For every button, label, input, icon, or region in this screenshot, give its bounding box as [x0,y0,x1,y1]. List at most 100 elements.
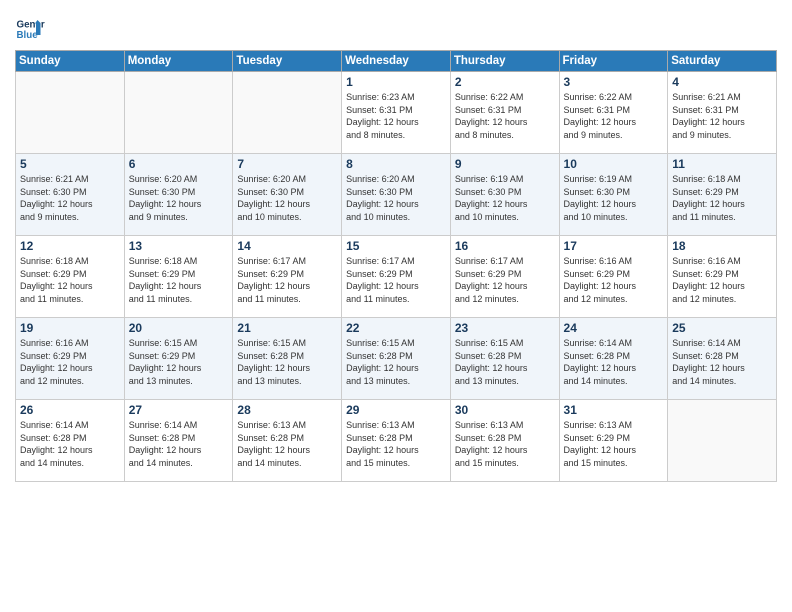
day-number: 2 [455,75,555,89]
calendar-cell: 2 Sunrise: 6:22 AM Sunset: 6:31 PM Daylig… [450,72,559,154]
calendar-week-row: 26 Sunrise: 6:14 AM Sunset: 6:28 PM Dayli… [16,400,777,482]
logo: General Blue [15,14,49,44]
calendar-cell: 29 Sunrise: 6:13 AM Sunset: 6:28 PM Dayli… [342,400,451,482]
calendar-cell [233,72,342,154]
calendar-cell: 5 Sunrise: 6:21 AM Sunset: 6:30 PM Daylig… [16,154,125,236]
day-info: Sunrise: 6:14 AM Sunset: 6:28 PM Dayligh… [129,419,229,469]
day-info: Sunrise: 6:20 AM Sunset: 6:30 PM Dayligh… [237,173,337,223]
calendar-cell: 6Sunrise: 6:20 AM Sunset: 6:30 PM Daylig… [124,154,233,236]
calendar-cell: 22 Sunrise: 6:15 AM Sunset: 6:28 PM Dayli… [342,318,451,400]
svg-text:Blue: Blue [17,30,39,41]
svg-text:General: General [17,20,46,31]
day-info: Sunrise: 6:13 AM Sunset: 6:28 PM Dayligh… [346,419,446,469]
day-info: Sunrise: 6:14 AM Sunset: 6:28 PM Dayligh… [672,337,772,387]
weekday-header: Thursday [450,51,559,72]
day-number: 7 [237,157,337,171]
calendar-cell: 26 Sunrise: 6:14 AM Sunset: 6:28 PM Dayli… [16,400,125,482]
day-info: Sunrise: 6:15 AM Sunset: 6:28 PM Dayligh… [455,337,555,387]
calendar-cell: 1 Sunrise: 6:23 AM Sunset: 6:31 PM Daylig… [342,72,451,154]
calendar-cell [16,72,125,154]
calendar-cell: 16 Sunrise: 6:17 AM Sunset: 6:29 PM Dayli… [450,236,559,318]
day-info: Sunrise: 6:21 AM Sunset: 6:30 PM Dayligh… [20,173,120,223]
day-info: Sunrise: 6:17 AM Sunset: 6:29 PM Dayligh… [237,255,337,305]
day-info: Sunrise: 6:16 AM Sunset: 6:29 PM Dayligh… [564,255,664,305]
day-number: 29 [346,403,446,417]
day-info: Sunrise: 6:18 AM Sunset: 6:29 PM Dayligh… [672,173,772,223]
calendar-cell: 19 Sunrise: 6:16 AM Sunset: 6:29 PM Dayli… [16,318,125,400]
weekday-header: Tuesday [233,51,342,72]
day-info: Sunrise: 6:18 AM Sunset: 6:29 PM Dayligh… [129,255,229,305]
day-number: 26 [20,403,120,417]
day-number: 27 [129,403,229,417]
day-number: 12 [20,239,120,253]
day-number: 4 [672,75,772,89]
calendar-cell: 27 Sunrise: 6:14 AM Sunset: 6:28 PM Dayli… [124,400,233,482]
day-number: 3 [564,75,664,89]
logo-icon: General Blue [15,14,45,44]
calendar-cell: 17 Sunrise: 6:16 AM Sunset: 6:29 PM Dayli… [559,236,668,318]
calendar-week-row: 12 Sunrise: 6:18 AM Sunset: 6:29 PM Dayli… [16,236,777,318]
day-info: Sunrise: 6:16 AM Sunset: 6:29 PM Dayligh… [20,337,120,387]
weekday-header: Friday [559,51,668,72]
weekday-header: Saturday [668,51,777,72]
day-number: 1 [346,75,446,89]
day-info: Sunrise: 6:23 AM Sunset: 6:31 PM Dayligh… [346,91,446,141]
day-number: 11 [672,157,772,171]
day-info: Sunrise: 6:15 AM Sunset: 6:28 PM Dayligh… [237,337,337,387]
calendar-cell: 9 Sunrise: 6:19 AM Sunset: 6:30 PM Daylig… [450,154,559,236]
calendar-cell: 14 Sunrise: 6:17 AM Sunset: 6:29 PM Dayli… [233,236,342,318]
day-info: Sunrise: 6:22 AM Sunset: 6:31 PM Dayligh… [564,91,664,141]
day-number: 30 [455,403,555,417]
day-number: 25 [672,321,772,335]
calendar-week-row: 5 Sunrise: 6:21 AM Sunset: 6:30 PM Daylig… [16,154,777,236]
day-number: 22 [346,321,446,335]
calendar-cell: 7 Sunrise: 6:20 AM Sunset: 6:30 PM Daylig… [233,154,342,236]
day-info: Sunrise: 6:15 AM Sunset: 6:28 PM Dayligh… [346,337,446,387]
day-number: 15 [346,239,446,253]
day-info: Sunrise: 6:20 AM Sunset: 6:30 PM Dayligh… [346,173,446,223]
weekday-row: SundayMondayTuesdayWednesdayThursdayFrid… [16,51,777,72]
day-number: 17 [564,239,664,253]
day-info: Sunrise: 6:14 AM Sunset: 6:28 PM Dayligh… [20,419,120,469]
day-number: 19 [20,321,120,335]
calendar-header: SundayMondayTuesdayWednesdayThursdayFrid… [16,51,777,72]
day-info: Sunrise: 6:13 AM Sunset: 6:28 PM Dayligh… [455,419,555,469]
weekday-header: Sunday [16,51,125,72]
day-number: 24 [564,321,664,335]
day-number: 6 [129,157,229,171]
day-info: Sunrise: 6:14 AM Sunset: 6:28 PM Dayligh… [564,337,664,387]
day-number: 5 [20,157,120,171]
calendar-cell: 24 Sunrise: 6:14 AM Sunset: 6:28 PM Dayli… [559,318,668,400]
calendar: SundayMondayTuesdayWednesdayThursdayFrid… [15,50,777,482]
day-number: 13 [129,239,229,253]
day-number: 14 [237,239,337,253]
calendar-cell: 30 Sunrise: 6:13 AM Sunset: 6:28 PM Dayli… [450,400,559,482]
calendar-cell: 8 Sunrise: 6:20 AM Sunset: 6:30 PM Daylig… [342,154,451,236]
calendar-cell: 25 Sunrise: 6:14 AM Sunset: 6:28 PM Dayli… [668,318,777,400]
header: General Blue [15,10,777,44]
calendar-cell: 13 Sunrise: 6:18 AM Sunset: 6:29 PM Dayli… [124,236,233,318]
calendar-cell: 28Sunrise: 6:13 AM Sunset: 6:28 PM Dayli… [233,400,342,482]
calendar-cell: 21 Sunrise: 6:15 AM Sunset: 6:28 PM Dayli… [233,318,342,400]
calendar-cell: 4 Sunrise: 6:21 AM Sunset: 6:31 PM Daylig… [668,72,777,154]
day-number: 9 [455,157,555,171]
day-info: Sunrise: 6:17 AM Sunset: 6:29 PM Dayligh… [455,255,555,305]
calendar-cell: 31Sunrise: 6:13 AM Sunset: 6:29 PM Dayli… [559,400,668,482]
calendar-cell: 23 Sunrise: 6:15 AM Sunset: 6:28 PM Dayli… [450,318,559,400]
day-number: 21 [237,321,337,335]
weekday-header: Monday [124,51,233,72]
day-info: Sunrise: 6:21 AM Sunset: 6:31 PM Dayligh… [672,91,772,141]
day-info: Sunrise: 6:17 AM Sunset: 6:29 PM Dayligh… [346,255,446,305]
day-number: 28 [237,403,337,417]
day-info: Sunrise: 6:15 AM Sunset: 6:29 PM Dayligh… [129,337,229,387]
day-info: Sunrise: 6:22 AM Sunset: 6:31 PM Dayligh… [455,91,555,141]
day-number: 23 [455,321,555,335]
calendar-week-row: 1 Sunrise: 6:23 AM Sunset: 6:31 PM Daylig… [16,72,777,154]
day-number: 10 [564,157,664,171]
day-info: Sunrise: 6:19 AM Sunset: 6:30 PM Dayligh… [455,173,555,223]
calendar-cell: 11 Sunrise: 6:18 AM Sunset: 6:29 PM Dayli… [668,154,777,236]
day-number: 8 [346,157,446,171]
calendar-cell: 12Sunrise: 6:18 AM Sunset: 6:29 PM Dayli… [16,236,125,318]
calendar-cell: 15 Sunrise: 6:17 AM Sunset: 6:29 PM Dayli… [342,236,451,318]
day-number: 16 [455,239,555,253]
